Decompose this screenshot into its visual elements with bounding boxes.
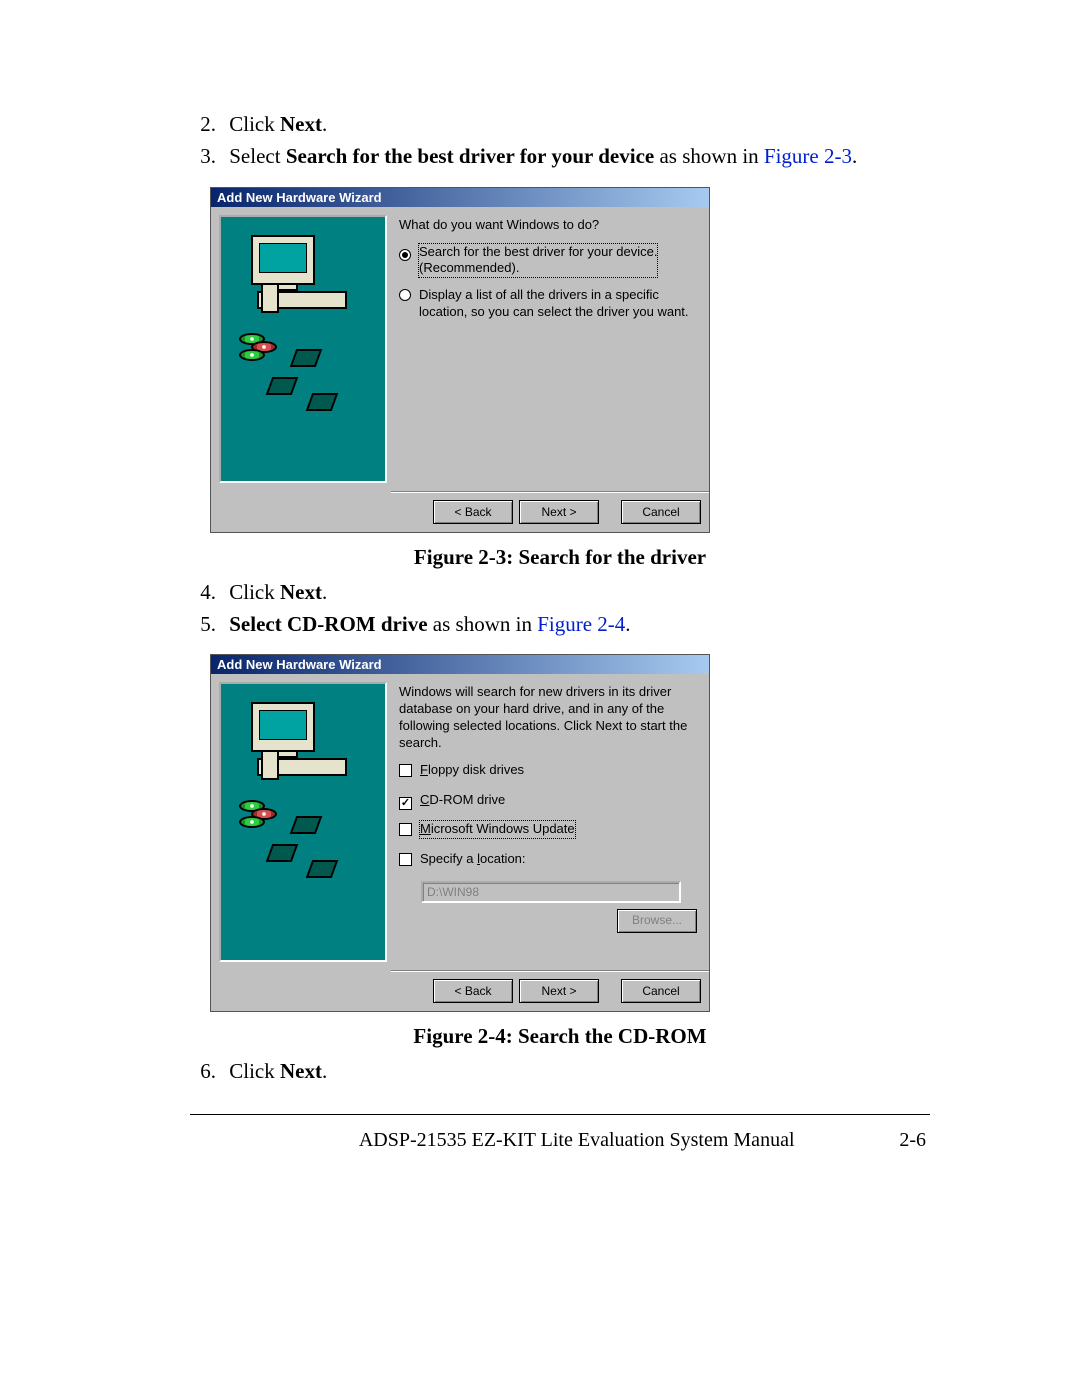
radio-option-best-driver[interactable]: Search for the best driver for your devi… [399, 244, 697, 278]
hardware-wizard-dialog-2: Add New Hardware Wizard Windows will sea… [210, 654, 710, 1012]
next-button[interactable]: Next > [519, 979, 599, 1003]
step-num: 5. [190, 610, 216, 638]
checkbox-windows-update[interactable]: Microsoft Windows Update [399, 821, 697, 841]
floppy-icon [266, 844, 299, 862]
step-4: 4. Click Next. [190, 578, 930, 606]
figure-caption: Figure 2-4: Search the CD-ROM [190, 1024, 930, 1049]
radio-unselected-icon [399, 289, 411, 301]
checkbox-unchecked-icon [399, 823, 412, 836]
computer-icon [251, 235, 347, 309]
manual-title: ADSP-21535 EZ-KIT Lite Evaluation System… [359, 1129, 795, 1152]
floppy-icon [290, 349, 323, 367]
step-5: 5. Select CD-ROM drive as shown in Figur… [190, 610, 930, 638]
cancel-button[interactable]: Cancel [621, 979, 701, 1003]
figure-caption: Figure 2-3: Search for the driver [190, 545, 930, 570]
checkbox-label: Specify a location: [420, 851, 526, 868]
step-suffix: . [322, 580, 327, 604]
step-bold: Next [280, 1059, 322, 1083]
page-number: 2-6 [899, 1129, 926, 1152]
step-6: 6. Click Next. [190, 1057, 930, 1085]
step-num: 2. [190, 110, 216, 138]
cancel-button[interactable]: Cancel [621, 500, 701, 524]
footer-rule [190, 1114, 930, 1115]
step-num: 6. [190, 1057, 216, 1085]
checkbox-unchecked-icon [399, 764, 412, 777]
checkbox-checked-icon [399, 797, 412, 810]
radio-label: Search for the best driver for your devi… [419, 244, 657, 278]
floppy-icon [306, 393, 339, 411]
step-suffix: as shown in [428, 612, 538, 636]
floppy-icon [306, 860, 339, 878]
radio-selected-icon [399, 249, 411, 261]
back-button[interactable]: < Back [433, 500, 513, 524]
wizard-prompt: Windows will search for new drivers in i… [399, 684, 697, 752]
step-num: 4. [190, 578, 216, 606]
floppy-icon [266, 377, 299, 395]
checkbox-label: Microsoft Windows Update [420, 821, 575, 838]
back-button[interactable]: < Back [433, 979, 513, 1003]
checkbox-floppy[interactable]: Floppy disk drives [399, 762, 697, 782]
page-footer: ADSP-21535 EZ-KIT Lite Evaluation System… [190, 1129, 930, 1152]
browse-button[interactable]: Browse... [617, 909, 697, 933]
location-input[interactable]: D:\WIN98 [421, 881, 681, 903]
wizard-prompt: What do you want Windows to do? [399, 217, 697, 234]
step-bold: Search for the best driver for your devi… [286, 144, 654, 168]
next-button[interactable]: Next > [519, 500, 599, 524]
disc-icon [239, 337, 277, 361]
step-suffix: as shown in [654, 144, 764, 168]
checkbox-specify-location[interactable]: Specify a location: [399, 851, 697, 871]
disc-icon [239, 804, 277, 828]
computer-icon [251, 702, 347, 776]
floppy-icon [290, 816, 323, 834]
step-suffix: . [322, 112, 327, 136]
figure-link[interactable]: Figure 2-4 [537, 612, 625, 636]
step-bold: Next [280, 580, 322, 604]
radio-label: Display a list of all the drivers in a s… [419, 287, 697, 321]
step-bold: Next [280, 112, 322, 136]
step-bold: Select CD-ROM drive [229, 612, 427, 636]
wizard-illustration [219, 215, 387, 483]
step-text: Select [229, 144, 286, 168]
step-text: Click [229, 1059, 280, 1083]
dialog-title: Add New Hardware Wizard [211, 655, 709, 674]
step-text: Click [229, 112, 280, 136]
checkbox-label: Floppy disk drives [420, 762, 524, 779]
checkbox-cdrom[interactable]: CD-ROM drive [399, 792, 697, 811]
figure-link[interactable]: Figure 2-3 [764, 144, 852, 168]
step-suffix: . [322, 1059, 327, 1083]
step-text: Click [229, 580, 280, 604]
hardware-wizard-dialog-1: Add New Hardware Wizard What do you want… [210, 187, 710, 533]
dialog-title: Add New Hardware Wizard [211, 188, 709, 207]
checkbox-label: CD-ROM drive [420, 792, 505, 809]
step-end: . [852, 144, 857, 168]
checkbox-unchecked-icon [399, 853, 412, 866]
step-num: 3. [190, 142, 216, 170]
step-3: 3. Select Search for the best driver for… [190, 142, 930, 170]
wizard-illustration [219, 682, 387, 962]
step-end: . [625, 612, 630, 636]
step-2: 2. Click Next. [190, 110, 930, 138]
radio-option-list-drivers[interactable]: Display a list of all the drivers in a s… [399, 287, 697, 321]
